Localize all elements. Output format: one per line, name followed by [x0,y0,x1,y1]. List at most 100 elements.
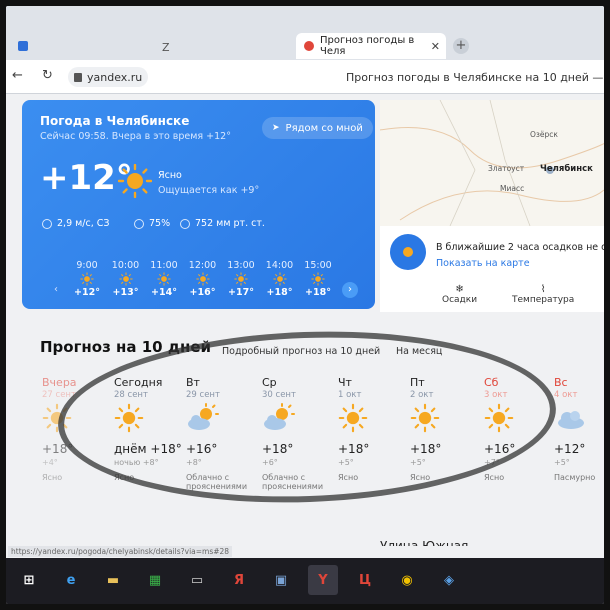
hour-time: 9:00 [76,260,98,271]
current-weather-card[interactable]: Погода в Челябинске Сейчас 09:58. Вчера … [22,100,375,309]
day-temp: +18° [262,442,294,456]
day-name: Сегодня [114,376,163,389]
hourly-prev-button[interactable]: ‹ [48,282,64,298]
day-name: Вт [186,376,200,389]
forecast-day[interactable]: Вс 4 окт +12° +5° Пасмурно [554,376,604,482]
night-temp: +8° [186,458,202,467]
night-temp: ночью +8° [114,458,159,467]
zen-icon: Z [162,41,170,54]
pressure-info: 752 мм рт. ст. [180,218,265,229]
map-background [380,100,604,226]
humidity-icon [134,218,144,229]
hour-temp: +17° [228,287,254,298]
precipitation-panel: В ближайшие 2 часа осадков не о Показать… [380,226,604,312]
day-name: Ср [262,376,277,389]
explorer-icon[interactable]: ▬ [98,565,128,595]
reload-icon[interactable]: ↻ [42,68,53,83]
sun-icon [484,403,514,433]
sun-icon [410,403,440,433]
hourly-item: 11:00 +14° [147,260,181,298]
back-icon[interactable]: ← [12,68,23,83]
screen: Z Прогноз погоды в Челя ✕ + ← ↻ yandex.r… [6,6,604,604]
day-condition: Ясно [114,473,135,482]
hour-time: 12:00 [188,260,217,271]
night-temp: +5° [554,458,570,467]
precipitation-radar-icon [390,234,426,270]
page-content: Погода в Челябинске Сейчас 09:58. Вчера … [6,94,604,553]
snowflake-icon: ❄ [455,284,464,295]
url-field[interactable]: yandex.ru [68,67,149,87]
forecast-day[interactable]: Сегодня 28 сент днём +18° ночью +8° Ясно [114,376,182,482]
hour-time: 13:00 [227,260,255,271]
address-bar: ← ↻ yandex.ru Прогноз погоды в Челябинск… [6,60,604,94]
network-icon[interactable]: ◈ [434,565,464,595]
hourly-item: 15:00 +18° [301,260,335,298]
image-viewer-icon[interactable]: ▣ [266,565,296,595]
hour-temp: +13° [112,287,139,298]
day-condition: Облачно с прояснениями [186,473,248,491]
ie-icon[interactable]: e [56,565,86,595]
day-name: Вчера [42,376,77,389]
day-date: 4 окт [554,390,578,400]
tab-2[interactable]: Z [154,33,294,59]
hour-temp: +18° [305,287,331,298]
hourly-item: 12:00 +16° [186,260,220,298]
status-bar: https://yandex.ru/pogoda/chelyabinsk/det… [6,546,604,558]
current-condition: Ясно [158,170,182,181]
sun-icon [42,403,72,433]
current-title[interactable]: Погода в Челябинске [40,114,189,128]
map-label-chelyabinsk: Челябинск [540,164,593,174]
forecast-day[interactable]: Сб 3 окт +16° +7° Ясно [484,376,552,482]
night-temp: +7° [484,458,500,467]
day-date: 28 сент [114,390,148,400]
forecast-day[interactable]: Вчера 27 сент +18° +4° Ясно [42,376,110,482]
start-button[interactable]: ⊞ [14,565,44,595]
forecast-day[interactable]: Пт 2 окт +18° +5° Ясно [410,376,478,482]
forecast-day[interactable]: Ср 30 сент +18° +6° Облачно с прояснения… [262,376,330,491]
day-condition: Ясно [410,473,431,482]
document-icon[interactable]: Ц [350,565,380,595]
day-condition: Пасмурно [554,473,596,482]
forecast-title: Прогноз на 10 дней [40,338,212,356]
hour-temp: +18° [266,287,293,298]
yandex-icon[interactable]: Я [224,565,254,595]
day-condition: Ясно [338,473,359,482]
hourly-next-button[interactable]: › [342,282,358,298]
forecast-day[interactable]: Чт 1 окт +18° +5° Ясно [338,376,406,482]
sun-icon [157,272,171,286]
day-temp: +18° [338,442,370,456]
tab-1[interactable] [10,33,150,59]
location-arrow-icon: ➤ [272,123,280,133]
pressure-icon [180,218,190,229]
temperature-layer-button[interactable]: ⌇ Температура [512,284,574,305]
thermometer-icon: ⌇ [540,284,546,295]
app-icon[interactable]: ▭ [182,565,212,595]
show-on-map-link[interactable]: Показать на карте [436,258,530,269]
sun-icon [114,403,144,433]
browser-tab-bar: Z Прогноз погоды в Челя ✕ + [6,6,604,60]
month-forecast-link[interactable]: На месяц [396,346,442,357]
chrome-icon[interactable]: ◉ [392,565,422,595]
day-temp: +18° [410,442,442,456]
map-label-ozersk: Озёрск [530,130,558,139]
hour-temp: +12° [74,287,100,298]
hour-time: 14:00 [265,260,294,271]
detailed-forecast-link[interactable]: Подробный прогноз на 10 дней [222,346,380,357]
partly-cloudy-icon [264,403,295,430]
new-tab-button[interactable]: + [453,38,469,54]
forecast-day[interactable]: Вт 29 сент +16° +8° Облачно с прояснения… [186,376,254,491]
precipitation-layer-button[interactable]: ❄ Осадки [442,284,477,305]
map-label-miass: Миасс [500,184,525,193]
night-temp: +6° [262,458,278,467]
sun-icon [311,272,325,286]
day-date: 1 окт [338,390,362,400]
weather-map[interactable]: Озёрск Златоуст Челябинск Миасс [380,100,604,226]
tab-weather[interactable]: Прогноз погоды в Челя ✕ [296,33,446,59]
close-tab-icon[interactable]: ✕ [431,40,440,53]
nearby-button[interactable]: ➤ Рядом со мной [262,117,373,139]
yandex-browser-icon[interactable]: Y [308,565,338,595]
day-temp: +12° [554,442,586,456]
precipitation-text: В ближайшие 2 часа осадков не о [436,242,604,253]
current-subtitle: Сейчас 09:58. Вчера в это время +12° [40,131,231,142]
store-icon[interactable]: ▦ [140,565,170,595]
